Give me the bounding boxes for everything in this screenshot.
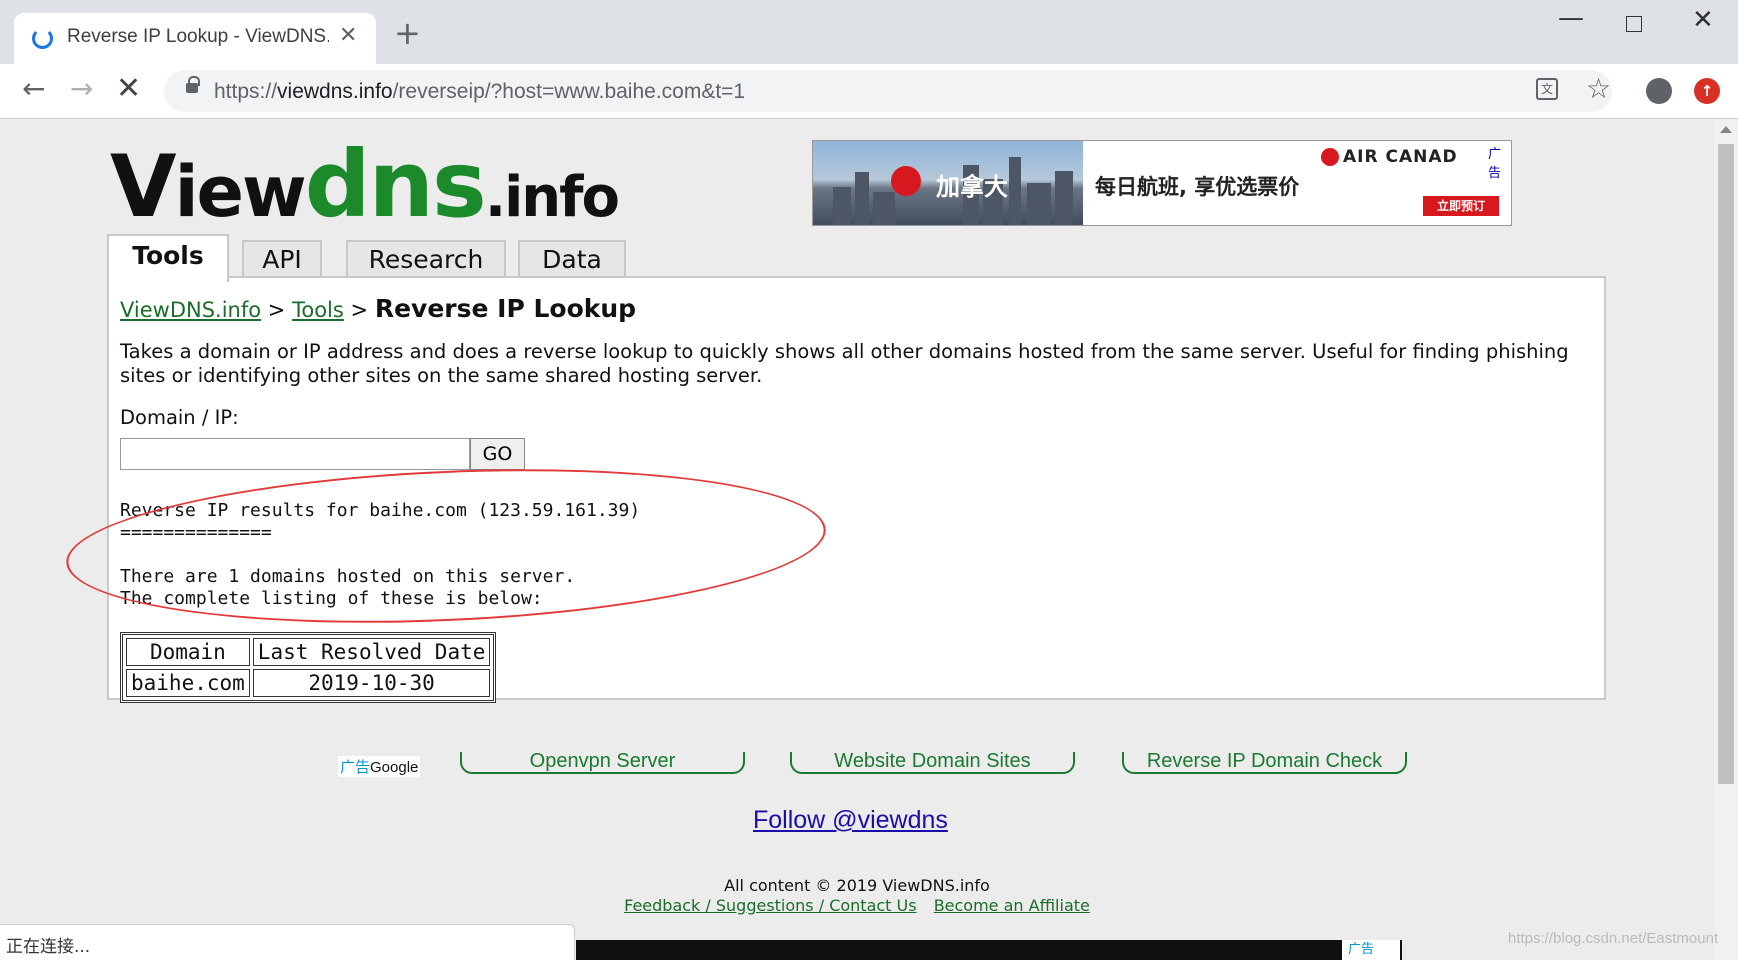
tab-tools[interactable]: Tools bbox=[107, 234, 229, 282]
close-tab-icon[interactable]: ✕ bbox=[339, 23, 357, 48]
domain-ip-label: Domain / IP: bbox=[120, 406, 239, 429]
tool-description: Takes a domain or IP address and does a … bbox=[120, 340, 1569, 387]
browser-tab-strip: Reverse IP Lookup - ViewDNS. ✕ + — ✕ bbox=[0, 0, 1738, 64]
browser-toolbar: ← → ✕ https://viewdns.info/reverseip/?ho… bbox=[0, 64, 1738, 119]
maximize-window-icon[interactable] bbox=[1626, 16, 1642, 32]
affiliate-link[interactable]: Become an Affiliate bbox=[934, 896, 1090, 915]
tool-panel: ViewDNS.info > Tools > Reverse IP Lookup… bbox=[63, 276, 1606, 703]
air-canada-logo-icon bbox=[1321, 148, 1339, 166]
ad-label[interactable]: 广告 bbox=[1488, 143, 1511, 181]
url-text[interactable]: https://viewdns.info/reverseip/?host=www… bbox=[214, 80, 745, 104]
domain-cell: baihe.com bbox=[126, 669, 250, 697]
page-title: Reverse IP Lookup bbox=[374, 294, 637, 323]
results-text: Reverse IP results for baihe.com (123.59… bbox=[120, 500, 641, 609]
bottom-ad-label[interactable]: 广告 bbox=[1342, 940, 1400, 960]
follow-twitter-link[interactable]: Follow @viewdns bbox=[753, 806, 948, 835]
page-viewport: Viewdns.info 加拿大 每日航班, 享优选票价 AIR CANAD 广… bbox=[0, 120, 1714, 960]
forward-arrow-icon[interactable]: → bbox=[70, 74, 93, 104]
column-header-last-resolved: Last Resolved Date bbox=[252, 638, 491, 666]
tab-research[interactable]: Research bbox=[346, 240, 506, 278]
results-table: Domain Last Resolved Date baihe.com 2019… bbox=[120, 632, 497, 703]
column-header-domain: Domain bbox=[126, 638, 250, 666]
ad-link-openvpn[interactable]: Openvpn Server bbox=[460, 751, 745, 774]
close-window-icon[interactable]: ✕ bbox=[1692, 7, 1714, 33]
breadcrumb-home-link[interactable]: ViewDNS.info bbox=[120, 298, 261, 322]
loading-spinner-icon bbox=[32, 28, 53, 49]
banner-city-text: 加拿大 bbox=[936, 173, 1008, 201]
scrollbar-thumb[interactable] bbox=[1718, 144, 1734, 784]
banner-ad[interactable]: 加拿大 每日航班, 享优选票价 AIR CANAD 广告 立即预订 bbox=[812, 140, 1512, 226]
go-button[interactable]: GO bbox=[470, 438, 525, 470]
stop-icon[interactable]: ✕ bbox=[116, 74, 141, 104]
date-cell: 2019-10-30 bbox=[252, 669, 491, 697]
vertical-scrollbar[interactable] bbox=[1714, 120, 1738, 960]
breadcrumb-tools-link[interactable]: Tools bbox=[292, 298, 344, 322]
google-ad-links: 广告Google Openvpn Server Website Domain S… bbox=[338, 751, 1438, 777]
browser-tab[interactable]: Reverse IP Lookup - ViewDNS. ✕ bbox=[14, 13, 376, 64]
banner-slogan: 每日航班, 享优选票价 bbox=[1095, 175, 1300, 199]
book-now-button[interactable]: 立即预订 bbox=[1423, 196, 1499, 216]
table-row: baihe.com 2019-10-30 bbox=[126, 669, 491, 697]
ad-link-website-domain-sites[interactable]: Website Domain Sites bbox=[790, 751, 1075, 774]
banner-brand: AIR CANAD bbox=[1343, 147, 1458, 167]
domain-ip-input[interactable] bbox=[120, 438, 470, 470]
tab-title: Reverse IP Lookup - ViewDNS. bbox=[67, 26, 329, 47]
watermark: https://blog.csdn.net/Eastmount bbox=[1508, 930, 1719, 947]
tab-api[interactable]: API bbox=[242, 240, 322, 278]
new-tab-button[interactable]: + bbox=[394, 17, 421, 49]
viewdns-logo[interactable]: Viewdns.info bbox=[110, 139, 710, 234]
back-arrow-icon[interactable]: ← bbox=[22, 74, 45, 104]
status-bar: 正在连接... bbox=[0, 924, 575, 960]
lock-icon[interactable] bbox=[186, 76, 200, 93]
feedback-link[interactable]: Feedback / Suggestions / Contact Us bbox=[624, 896, 916, 915]
star-icon[interactable]: ☆ bbox=[1586, 72, 1611, 105]
breadcrumb: ViewDNS.info > Tools > Reverse IP Lookup bbox=[120, 294, 637, 323]
update-icon[interactable]: ↑ bbox=[1694, 78, 1720, 104]
address-bar[interactable]: https://viewdns.info/reverseip/?host=www… bbox=[164, 70, 1612, 112]
bottom-ad[interactable] bbox=[576, 940, 1402, 960]
copyright-text: All content © 2019 ViewDNS.info bbox=[724, 876, 990, 895]
translate-icon[interactable]: 文 bbox=[1536, 78, 1558, 100]
minimize-window-icon[interactable]: — bbox=[1558, 5, 1584, 31]
tab-data[interactable]: Data bbox=[518, 240, 626, 278]
ad-link-reverse-ip-domain-check[interactable]: Reverse IP Domain Check bbox=[1122, 751, 1407, 774]
maple-leaf-icon bbox=[891, 166, 921, 196]
scroll-up-arrow-icon[interactable] bbox=[1720, 126, 1732, 133]
account-icon[interactable] bbox=[1646, 78, 1672, 104]
footer-links: Feedback / Suggestions / Contact Us Beco… bbox=[0, 896, 1714, 915]
google-ad-label[interactable]: 广告Google bbox=[338, 756, 421, 777]
table-header-row: Domain Last Resolved Date bbox=[126, 638, 491, 666]
